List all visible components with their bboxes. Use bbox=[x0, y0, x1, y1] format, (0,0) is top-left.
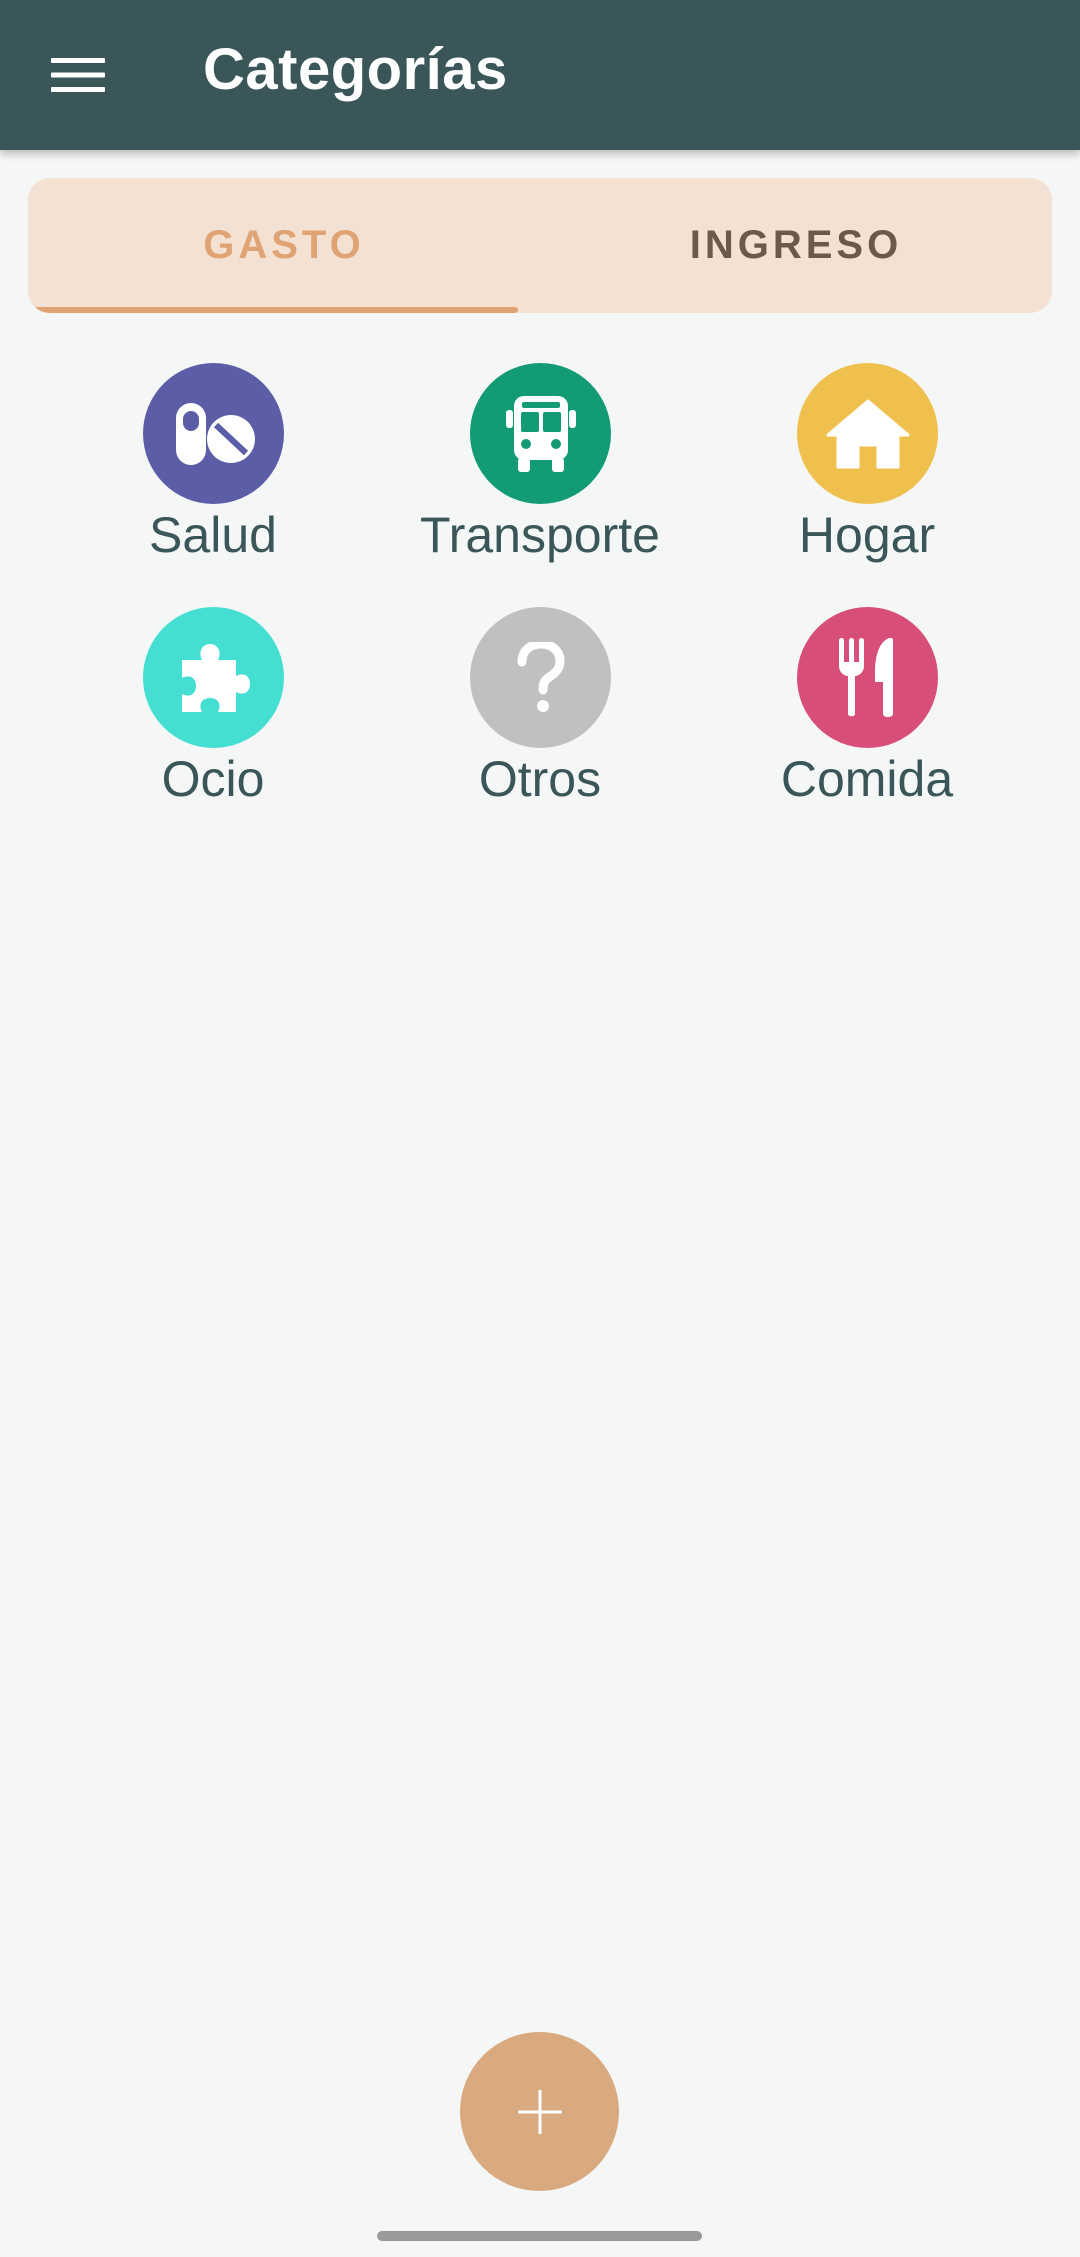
tab-ingreso[interactable]: INGRESO bbox=[540, 178, 1052, 313]
home-indicator[interactable] bbox=[377, 2231, 702, 2241]
category-icon-circle bbox=[470, 607, 611, 748]
category-icon-circle bbox=[143, 607, 284, 748]
house-icon bbox=[826, 399, 909, 468]
category-comida[interactable]: Comida bbox=[717, 607, 1017, 827]
category-label: Salud bbox=[149, 507, 277, 563]
utensils-icon bbox=[838, 637, 893, 717]
puzzle-icon bbox=[181, 643, 250, 712]
question-icon bbox=[517, 641, 565, 712]
category-ocio[interactable]: Ocio bbox=[63, 607, 363, 827]
plus-icon bbox=[517, 2089, 562, 2134]
category-otros[interactable]: Otros bbox=[390, 607, 690, 827]
bus-icon bbox=[505, 395, 576, 472]
hamburger-menu-icon bbox=[51, 58, 105, 92]
tab-selected-indicator bbox=[28, 307, 518, 313]
tab-bar: GASTO INGRESO bbox=[28, 178, 1052, 313]
tab-gasto-label: GASTO bbox=[203, 223, 365, 267]
menu-button[interactable] bbox=[36, 40, 120, 110]
category-label: Otros bbox=[478, 751, 602, 807]
category-label: Transporte bbox=[420, 507, 660, 563]
page-title: Categorías bbox=[203, 37, 508, 102]
add-category-button[interactable] bbox=[460, 2032, 619, 2191]
category-transporte[interactable]: Transporte bbox=[390, 363, 690, 583]
app-bar: Categorías bbox=[0, 0, 1080, 150]
category-label: Comida bbox=[780, 751, 954, 807]
category-icon-circle bbox=[143, 363, 284, 504]
tab-gasto[interactable]: GASTO bbox=[28, 178, 540, 313]
category-label: Ocio bbox=[161, 751, 265, 807]
pills-icon bbox=[175, 402, 255, 465]
category-salud[interactable]: Salud bbox=[63, 363, 363, 583]
tab-ingreso-label: INGRESO bbox=[689, 223, 903, 267]
category-hogar[interactable]: Hogar bbox=[717, 363, 1017, 583]
category-icon-circle bbox=[470, 363, 611, 504]
category-label: Hogar bbox=[798, 507, 936, 563]
category-icon-circle bbox=[797, 363, 938, 504]
category-icon-circle bbox=[797, 607, 938, 748]
